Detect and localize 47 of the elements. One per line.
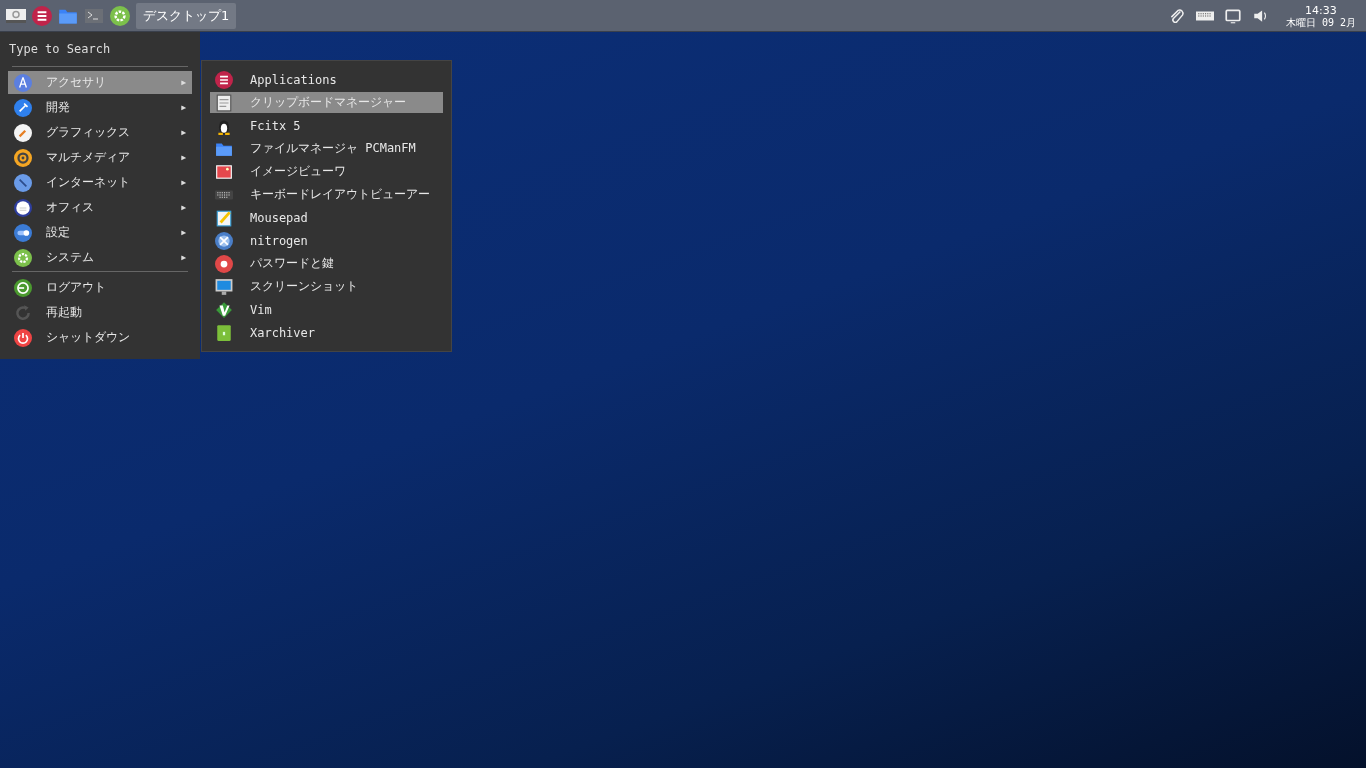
- menu-item[interactable]: ログアウト: [8, 276, 192, 299]
- menu-item[interactable]: ファイルマネージャ PCManFM: [210, 138, 443, 159]
- restart-icon: [14, 303, 32, 322]
- archive-icon: [215, 323, 233, 342]
- compass-icon: [14, 73, 32, 92]
- menu-item[interactable]: 開発 ▶: [8, 96, 192, 119]
- gear-icon[interactable]: [110, 5, 130, 26]
- menu-item[interactable]: システム ▶: [8, 246, 192, 269]
- toggle-icon: [14, 223, 32, 242]
- hammer-icon: [14, 98, 32, 117]
- menu-icon[interactable]: [32, 5, 52, 26]
- menu-item[interactable]: Applications: [210, 69, 443, 90]
- menu-item[interactable]: Xarchiver: [210, 322, 443, 343]
- search-field[interactable]: Type to Search: [8, 40, 190, 60]
- menu-item[interactable]: Mousepad: [210, 207, 443, 228]
- menu-item[interactable]: シャットダウン: [8, 326, 192, 349]
- compass-needle-icon: [14, 173, 32, 192]
- menu-item[interactable]: Fcitx 5: [210, 115, 443, 136]
- monitor-icon: [215, 277, 233, 296]
- menu-item[interactable]: スクリーンショット: [210, 276, 443, 297]
- clipboard-icon: [215, 93, 233, 112]
- clock-date: 木曜日 09 2月: [1285, 16, 1356, 28]
- menu-item[interactable]: キーボードレイアウトビューアー: [210, 184, 443, 205]
- menu-item[interactable]: オフィス ▶: [8, 196, 192, 219]
- record-icon: [215, 254, 233, 273]
- workspace-button[interactable]: デスクトップ1: [136, 2, 237, 29]
- logout-icon: [14, 278, 32, 297]
- clock-time: 14:33: [1305, 3, 1337, 17]
- crossed-circle-icon: [215, 231, 233, 250]
- image-icon: [215, 162, 233, 181]
- menu-item[interactable]: イメージビューワ: [210, 161, 443, 182]
- menu-item[interactable]: グラフィックス ▶: [8, 121, 192, 144]
- menu-item[interactable]: 再起動: [8, 301, 192, 324]
- menu-item[interactable]: マルチメディア ▶: [8, 146, 192, 169]
- power-icon: [14, 328, 32, 347]
- v-logo-icon: [215, 300, 233, 319]
- menu-item[interactable]: インターネット ▶: [8, 171, 192, 194]
- menu-item[interactable]: パスワードと鍵: [210, 253, 443, 274]
- menu-item[interactable]: Vim: [210, 299, 443, 320]
- notepad-icon: [215, 208, 233, 227]
- menu-item[interactable]: 設定 ▶: [8, 221, 192, 244]
- menu-item[interactable]: nitrogen: [210, 230, 443, 251]
- palette-icon: [14, 123, 32, 142]
- speaker-icon: [14, 148, 32, 167]
- gear-icon: [14, 248, 32, 267]
- document-icon: [14, 198, 32, 217]
- menu-icon: [215, 70, 233, 89]
